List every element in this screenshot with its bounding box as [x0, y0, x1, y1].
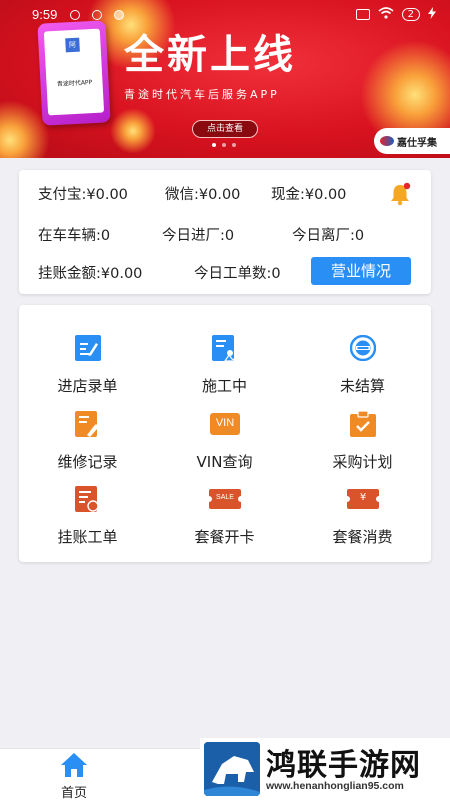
nav-item-home[interactable]: 首页: [44, 752, 104, 800]
grid-item-in-progress[interactable]: 施工中: [156, 335, 293, 410]
grid-item-label: 进店录单: [57, 377, 118, 395]
credit-amount: 挂账金额:¥0.00: [38, 266, 143, 282]
pagination-dot: [222, 143, 226, 147]
clipboard-check-icon: [350, 410, 376, 437]
cash-amount: 现金:¥0.00: [271, 187, 347, 203]
watermark-title: 鸿联手游网: [266, 748, 421, 783]
banner-pagination: [212, 143, 236, 147]
sale-card-icon: SALE: [206, 486, 244, 512]
sim-icon: [355, 9, 370, 20]
grid-item-label: VIN查询: [196, 453, 253, 471]
today-in-count: 今日进厂:0: [162, 228, 235, 244]
watermark-url: www.henanhonglian95.com: [266, 780, 404, 792]
wechat-amount: 微信:¥0.00: [165, 187, 241, 203]
battery-indicator: 2: [401, 8, 420, 21]
grid-item-package-consume[interactable]: ¥ 套餐消费: [294, 486, 431, 561]
grid-item-credit-order[interactable]: 挂账工单: [19, 486, 156, 561]
pagination-dot: [232, 143, 236, 147]
notification-dot-icon: [70, 10, 80, 20]
settlement-icon: [349, 334, 377, 362]
watermark-logo-icon: [204, 742, 260, 796]
yen-card-icon: ¥: [344, 486, 382, 512]
brand-logo-icon: [380, 136, 394, 146]
grid-item-unsettled[interactable]: 未结算: [294, 334, 431, 410]
grid-item-vin-query[interactable]: VIN VIN查询: [156, 411, 293, 486]
notification-dot-icon: [92, 10, 102, 20]
bell-icon[interactable]: [389, 182, 411, 206]
grid-item-repair-record[interactable]: 维修记录: [19, 411, 156, 486]
grid-item-label: 挂账工单: [57, 528, 118, 546]
grid-item-label: 未结算: [339, 377, 385, 395]
sale-icon-text: SALE: [216, 494, 234, 501]
grid-item-label: 采购计划: [332, 453, 393, 471]
function-grid: 进店录单 施工中 未结算 维修记录 VIN VIN查询 采购计划 挂账工单 SA…: [19, 305, 431, 562]
banner-subtitle: 青途时代汽车后服务APP: [124, 88, 280, 101]
grid-item-label: 维修记录: [57, 453, 118, 471]
revenue-summary-card: 支付宝:¥0.00 微信:¥0.00 现金:¥0.00 在车车辆:0 今日进厂:…: [19, 170, 431, 294]
promo-banner[interactable]: 9:59 2 阿 青途时代APP 全新上线 青途时代汽车后服务APP 点击查看 …: [0, 0, 450, 158]
notification-dot-icon: [114, 10, 124, 20]
yen-icon-text: ¥: [359, 492, 367, 503]
phone-illustration: 阿 青途时代APP: [37, 20, 111, 126]
construction-document-icon: [212, 335, 239, 362]
charging-icon: [428, 7, 436, 22]
status-time: 9:59: [32, 7, 58, 22]
app-logo-icon: 阿: [65, 37, 80, 53]
wifi-icon: [378, 7, 394, 22]
alipay-amount: 支付宝:¥0.00: [38, 187, 128, 203]
edit-document-icon: [75, 335, 101, 361]
brand-badge: 嘉仕孚集: [374, 128, 450, 154]
vehicles-in-shop: 在车车辆:0: [38, 228, 111, 244]
banner-title: 全新上线: [124, 32, 296, 78]
today-out-count: 今日离厂:0: [292, 228, 365, 244]
repair-record-icon: [75, 411, 101, 437]
phone-app-label: 青途时代APP: [56, 79, 93, 88]
today-order-count: 今日工单数:0: [194, 266, 281, 282]
vin-icon: VIN: [210, 411, 240, 437]
grid-item-label: 施工中: [201, 377, 247, 395]
grid-item-purchase-plan[interactable]: 采购计划: [294, 410, 431, 486]
brand-name: 嘉仕孚集: [397, 137, 437, 149]
grid-item-label: 套餐消费: [332, 528, 393, 546]
banner-view-button[interactable]: 点击查看: [192, 120, 258, 138]
vin-icon-text: VIN: [215, 417, 235, 429]
credit-order-icon: [75, 486, 101, 512]
grid-item-label: 套餐开卡: [194, 528, 255, 546]
watermark: 鸿联手游网 www.henanhonglian95.com: [200, 738, 450, 800]
business-status-button[interactable]: 营业情况: [311, 257, 411, 285]
pagination-dot: [212, 143, 216, 147]
grid-item-package-card[interactable]: SALE 套餐开卡: [156, 486, 293, 561]
grid-item-check-in[interactable]: 进店录单: [19, 335, 156, 410]
home-icon: [60, 752, 88, 778]
nav-home-label: 首页: [60, 786, 87, 800]
